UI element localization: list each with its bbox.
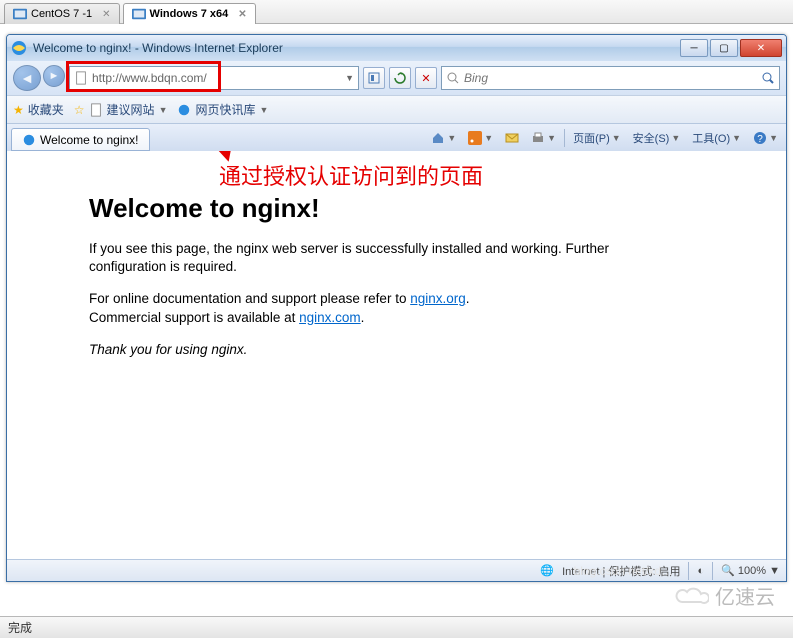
- page-paragraph: For online documentation and support ple…: [89, 290, 649, 326]
- svg-text:?: ?: [757, 134, 763, 145]
- help-icon: ?: [753, 131, 767, 145]
- print-icon: [531, 131, 545, 145]
- feeds-button[interactable]: ▼: [464, 129, 497, 147]
- window-title: Welcome to nginx! - Windows Internet Exp…: [33, 41, 674, 55]
- search-box[interactable]: [441, 66, 780, 90]
- suggested-sites-button[interactable]: ☆ 建议网站 ▼: [74, 101, 168, 118]
- annotation-text: 通过授权认证访问到的页面: [219, 159, 483, 191]
- close-icon[interactable]: ✕: [238, 9, 246, 20]
- page-viewport: 通过授权认证访问到的页面 Welcome to nginx! If you se…: [7, 151, 786, 559]
- rss-icon: [468, 131, 482, 145]
- page-icon: [89, 103, 103, 117]
- ie-icon: [11, 40, 27, 56]
- page-thanks: Thank you for using nginx.: [89, 341, 649, 359]
- navigation-bar: ◄ ► ▼ ✕: [7, 61, 786, 95]
- nginx-org-link[interactable]: nginx.org: [410, 291, 466, 306]
- home-icon: [431, 131, 445, 145]
- suggested-label: 建议网站: [107, 101, 155, 118]
- help-button[interactable]: ?▼: [749, 129, 782, 147]
- nginx-welcome-page: Welcome to nginx! If you see this page, …: [89, 193, 649, 359]
- vm-icon: [132, 7, 146, 21]
- feeds-label: 网页快讯库: [195, 101, 255, 118]
- mail-icon: [505, 131, 519, 145]
- protected-mode-icon[interactable]: ◐: [697, 565, 704, 577]
- star-icon: ★: [13, 103, 24, 117]
- home-button[interactable]: ▼: [427, 129, 460, 147]
- print-button[interactable]: ▼: [527, 129, 560, 147]
- page-menu[interactable]: 页面(P)▼: [569, 128, 625, 148]
- page-tab-bar: Welcome to nginx! ▼ ▼ ▼ 页面(P)▼ 安全(S)▼ 工具…: [7, 123, 786, 151]
- watermark: 亿速云: [673, 581, 775, 610]
- close-button[interactable]: ✕: [740, 39, 782, 57]
- close-icon[interactable]: ✕: [102, 9, 110, 20]
- page-tab-label: Welcome to nginx!: [40, 133, 139, 147]
- search-icon: [446, 71, 460, 85]
- compat-view-button[interactable]: [363, 67, 385, 89]
- nginx-com-link[interactable]: nginx.com: [299, 310, 361, 325]
- page-tab[interactable]: Welcome to nginx!: [11, 128, 150, 151]
- vm-icon: [13, 7, 27, 21]
- search-go-icon[interactable]: [761, 71, 775, 85]
- chevron-down-icon: ▼: [159, 105, 168, 115]
- minimize-button[interactable]: ─: [680, 39, 708, 57]
- vm-tab-bar: CentOS 7 -1 ✕ Windows 7 x64 ✕: [0, 0, 793, 24]
- zoom-control[interactable]: 🔍 100% ▼: [721, 564, 780, 577]
- favorites-button[interactable]: ★ 收藏夹: [13, 101, 64, 118]
- command-bar: ▼ ▼ ▼ 页面(P)▼ 安全(S)▼ 工具(O)▼ ?▼: [427, 128, 782, 148]
- ie-window: Welcome to nginx! - Windows Internet Exp…: [6, 34, 787, 582]
- web-slice-button[interactable]: 网页快讯库 ▼: [177, 101, 268, 118]
- maximize-button[interactable]: ▢: [710, 39, 738, 57]
- vm-tab-windows[interactable]: Windows 7 x64 ✕: [123, 3, 256, 24]
- favorites-label: 收藏夹: [28, 101, 64, 118]
- vm-tab-label: CentOS 7 -1: [31, 8, 92, 20]
- chevron-down-icon: ▼: [260, 105, 269, 115]
- stop-button[interactable]: ✕: [415, 67, 437, 89]
- page-heading: Welcome to nginx!: [89, 193, 649, 224]
- safety-menu[interactable]: 安全(S)▼: [629, 128, 685, 148]
- page-icon: [74, 71, 88, 85]
- status-text: 完成: [8, 619, 32, 636]
- internet-zone-icon: 🌐: [540, 564, 554, 577]
- window-titlebar[interactable]: Welcome to nginx! - Windows Internet Exp…: [7, 35, 786, 61]
- back-button[interactable]: ◄: [13, 65, 41, 91]
- refresh-button[interactable]: [389, 67, 411, 89]
- star-icon: ☆: [74, 103, 85, 117]
- favorites-bar: ★ 收藏夹 ☆ 建议网站 ▼ 网页快讯库 ▼: [7, 95, 786, 123]
- address-bar[interactable]: ▼: [69, 66, 359, 90]
- url-input[interactable]: [92, 71, 341, 85]
- compat-icon: [367, 71, 381, 85]
- vm-tab-label: Windows 7 x64: [150, 8, 229, 20]
- page-paragraph: If you see this page, the nginx web serv…: [89, 240, 649, 276]
- dropdown-icon[interactable]: ▼: [345, 73, 354, 83]
- app-status-bar: 完成: [0, 616, 793, 638]
- cloud-icon: [673, 584, 709, 608]
- refresh-icon: [394, 72, 406, 84]
- ie-icon: [177, 103, 191, 117]
- ie-icon: [22, 133, 36, 147]
- vm-tab-centos[interactable]: CentOS 7 -1 ✕: [4, 3, 120, 24]
- search-input[interactable]: [464, 71, 757, 85]
- forward-button[interactable]: ►: [43, 65, 65, 87]
- tools-menu[interactable]: 工具(O)▼: [688, 128, 745, 148]
- watermark-url: blog.csdn.net/xd…: [574, 564, 673, 578]
- mail-button[interactable]: [501, 129, 523, 147]
